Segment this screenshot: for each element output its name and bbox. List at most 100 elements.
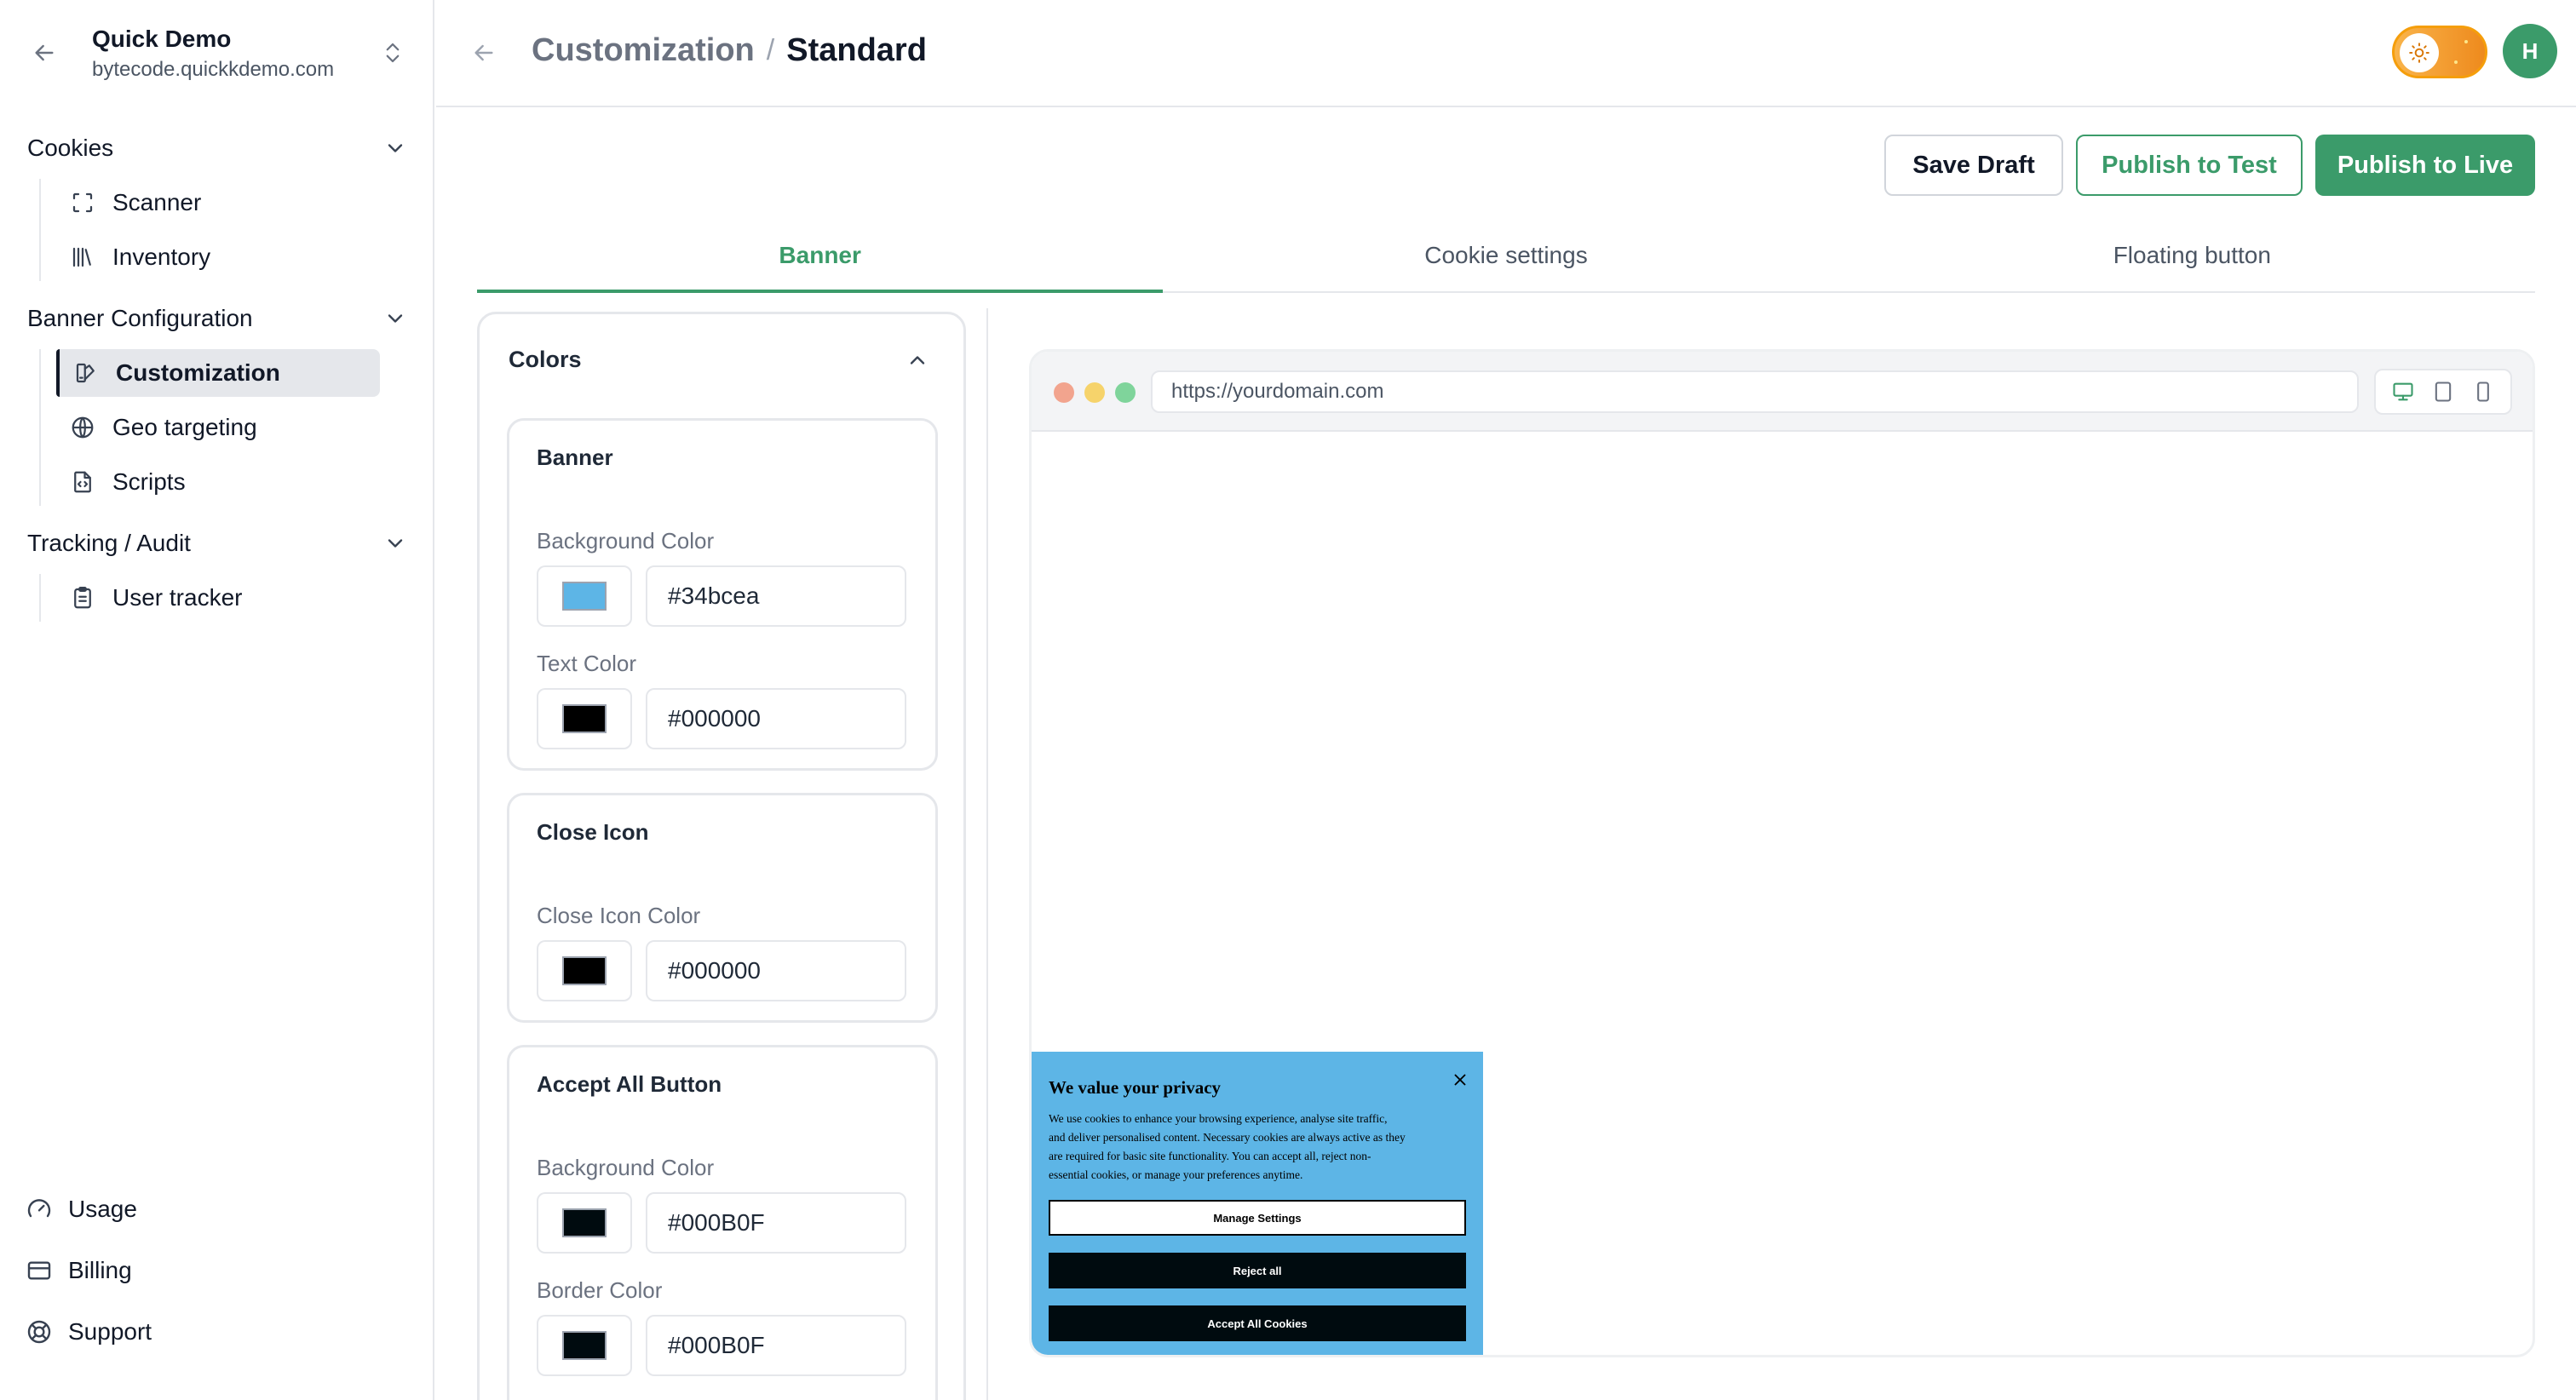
- manage-settings-button[interactable]: Manage Settings: [1049, 1200, 1466, 1236]
- sidebar-item-label: Customization: [116, 359, 280, 386]
- field-label: Close Icon Color: [537, 903, 701, 928]
- color-swatch: [562, 582, 607, 611]
- field-label: Background Color: [537, 1155, 715, 1180]
- clipboard-icon: [74, 587, 91, 609]
- sidebar-group-tracking-audit[interactable]: Tracking / Audit: [27, 525, 407, 562]
- top-header: Customization / Standard H: [436, 0, 2576, 107]
- sidebar-item-inventory[interactable]: Inventory: [56, 233, 380, 281]
- accept-background-color-swatch[interactable]: [537, 1192, 632, 1254]
- sidebar-item-geo-targeting[interactable]: Geo targeting: [56, 404, 380, 451]
- sidebar-item-billing[interactable]: Billing: [26, 1250, 132, 1291]
- colors-panel-title[interactable]: Colors: [509, 347, 582, 373]
- brush-icon: [76, 363, 95, 383]
- chevron-up-icon[interactable]: [906, 348, 929, 372]
- sidebar-item-customization[interactable]: Customization: [56, 349, 380, 397]
- sun-icon: [2400, 33, 2439, 72]
- sidebar-item-support[interactable]: Support: [26, 1311, 152, 1352]
- sidebar-item-label: Scripts: [112, 468, 186, 495]
- sidebar-item-label: Billing: [68, 1257, 132, 1283]
- chevron-down-icon: [388, 144, 403, 152]
- breadcrumb-separator: /: [766, 34, 775, 66]
- arrow-left-icon[interactable]: [470, 39, 497, 66]
- banner-colors-card: Banner Background Color #34bcea Text Col…: [507, 418, 938, 771]
- cookie-banner-description: We use cookies to enhance your browsing …: [1049, 1110, 1449, 1185]
- save-draft-button[interactable]: Save Draft: [1884, 135, 2063, 196]
- sidebar-item-usage[interactable]: Usage: [26, 1189, 137, 1230]
- close-icon[interactable]: [1451, 1070, 1469, 1089]
- sidebar-group-banner-configuration[interactable]: Banner Configuration: [27, 300, 407, 337]
- color-swatch: [562, 1208, 607, 1237]
- sidebar-item-label: Scanner: [112, 189, 202, 215]
- tab-banner[interactable]: Banner: [477, 230, 1164, 293]
- desktop-icon[interactable]: [2391, 380, 2415, 404]
- reject-all-button[interactable]: Reject all: [1049, 1253, 1466, 1288]
- file-code-icon: [74, 471, 91, 493]
- cookie-banner-title: We value your privacy: [1049, 1077, 1222, 1098]
- breadcrumb-parent[interactable]: Customization: [532, 32, 755, 69]
- description-line: essential cookies, or manage your prefer…: [1049, 1168, 1303, 1181]
- banner-background-color-input[interactable]: #34bcea: [646, 565, 906, 627]
- description-line: are required for basic site functionalit…: [1049, 1150, 1371, 1162]
- chevrons-up-down-icon[interactable]: [380, 37, 405, 68]
- color-swatch: [562, 1331, 607, 1360]
- close-icon-color-swatch[interactable]: [537, 940, 632, 1001]
- window-close-dot: [1054, 382, 1074, 403]
- breadcrumb: Customization / Standard: [532, 32, 927, 69]
- tree-line: [39, 179, 41, 281]
- tablet-icon[interactable]: [2431, 380, 2455, 404]
- credit-card-icon: [27, 1261, 51, 1280]
- sidebar-item-scanner[interactable]: Scanner: [56, 179, 380, 227]
- arrow-left-icon[interactable]: [29, 39, 60, 66]
- browser-bar: https://yourdomain.com: [1032, 352, 2533, 432]
- sidebar-item-label: User tracker: [112, 584, 243, 611]
- accept-border-color-input[interactable]: #000B0F: [646, 1315, 906, 1376]
- sidebar-group-cookies[interactable]: Cookies: [27, 129, 407, 167]
- sidebar-item-label: Inventory: [112, 244, 211, 270]
- library-icon: [72, 247, 91, 267]
- colors-panel: Colors Banner Background Color #34bcea T…: [477, 312, 966, 1400]
- accept-background-color-input[interactable]: #000B0F: [646, 1192, 906, 1254]
- close-icon-color-input[interactable]: #000000: [646, 940, 906, 1001]
- sidebar-item-label: Support: [68, 1318, 152, 1345]
- gauge-icon: [27, 1199, 51, 1218]
- banner-background-color-swatch[interactable]: [537, 565, 632, 627]
- field-label: Text Color: [537, 651, 637, 676]
- sidebar-group-label: Tracking / Audit: [27, 530, 191, 556]
- org-domain: bytecode.quickkdemo.com: [92, 58, 335, 81]
- star-dot: [2464, 40, 2468, 43]
- sidebar-group-label: Banner Configuration: [27, 305, 253, 331]
- mobile-icon[interactable]: [2471, 380, 2495, 404]
- sidebar-item-user-tracker[interactable]: User tracker: [56, 574, 380, 622]
- description-line: and deliver personalised content. Necess…: [1049, 1131, 1406, 1144]
- accept-border-color-swatch[interactable]: [537, 1315, 632, 1376]
- sidebar-group-label: Cookies: [27, 135, 114, 161]
- publish-to-live-button[interactable]: Publish to Live: [2315, 135, 2535, 196]
- description-line: We use cookies to enhance your browsing …: [1049, 1112, 1388, 1125]
- theme-toggle[interactable]: [2392, 26, 2487, 78]
- tree-line: [39, 574, 41, 622]
- sidebar-item-scripts[interactable]: Scripts: [56, 458, 380, 506]
- scan-icon: [72, 192, 93, 213]
- close-icon-colors-card: Close Icon Close Icon Color #000000: [507, 793, 938, 1023]
- tab-cookie-settings[interactable]: Cookie settings: [1163, 230, 1849, 291]
- field-label: Background Color: [537, 528, 715, 554]
- url-bar: https://yourdomain.com: [1151, 370, 2359, 413]
- card-title: Accept All Button: [537, 1071, 722, 1097]
- banner-preview: https://yourdomain.com We value your pri…: [1029, 349, 2535, 1357]
- color-swatch: [562, 956, 607, 985]
- avatar[interactable]: H: [2503, 24, 2557, 78]
- org-switcher[interactable]: Quick Demo bytecode.quickkdemo.com: [0, 0, 433, 106]
- card-title: Close Icon: [537, 819, 649, 845]
- org-name: Quick Demo: [92, 26, 232, 52]
- publish-to-test-button[interactable]: Publish to Test: [2076, 135, 2303, 196]
- cookie-banner-preview: We value your privacy We use cookies to …: [1032, 1052, 1483, 1355]
- banner-text-color-swatch[interactable]: [537, 688, 632, 749]
- card-title: Banner: [537, 445, 613, 470]
- life-buoy-icon: [27, 1320, 51, 1344]
- banner-text-color-input[interactable]: #000000: [646, 688, 906, 749]
- sidebar: Quick Demo bytecode.quickkdemo.com Cooki…: [0, 0, 434, 1400]
- panel-divider: [986, 308, 988, 1400]
- page-title: Standard: [786, 32, 927, 68]
- accept-all-cookies-button[interactable]: Accept All Cookies: [1049, 1305, 1466, 1341]
- tab-floating-button[interactable]: Floating button: [1849, 230, 2535, 291]
